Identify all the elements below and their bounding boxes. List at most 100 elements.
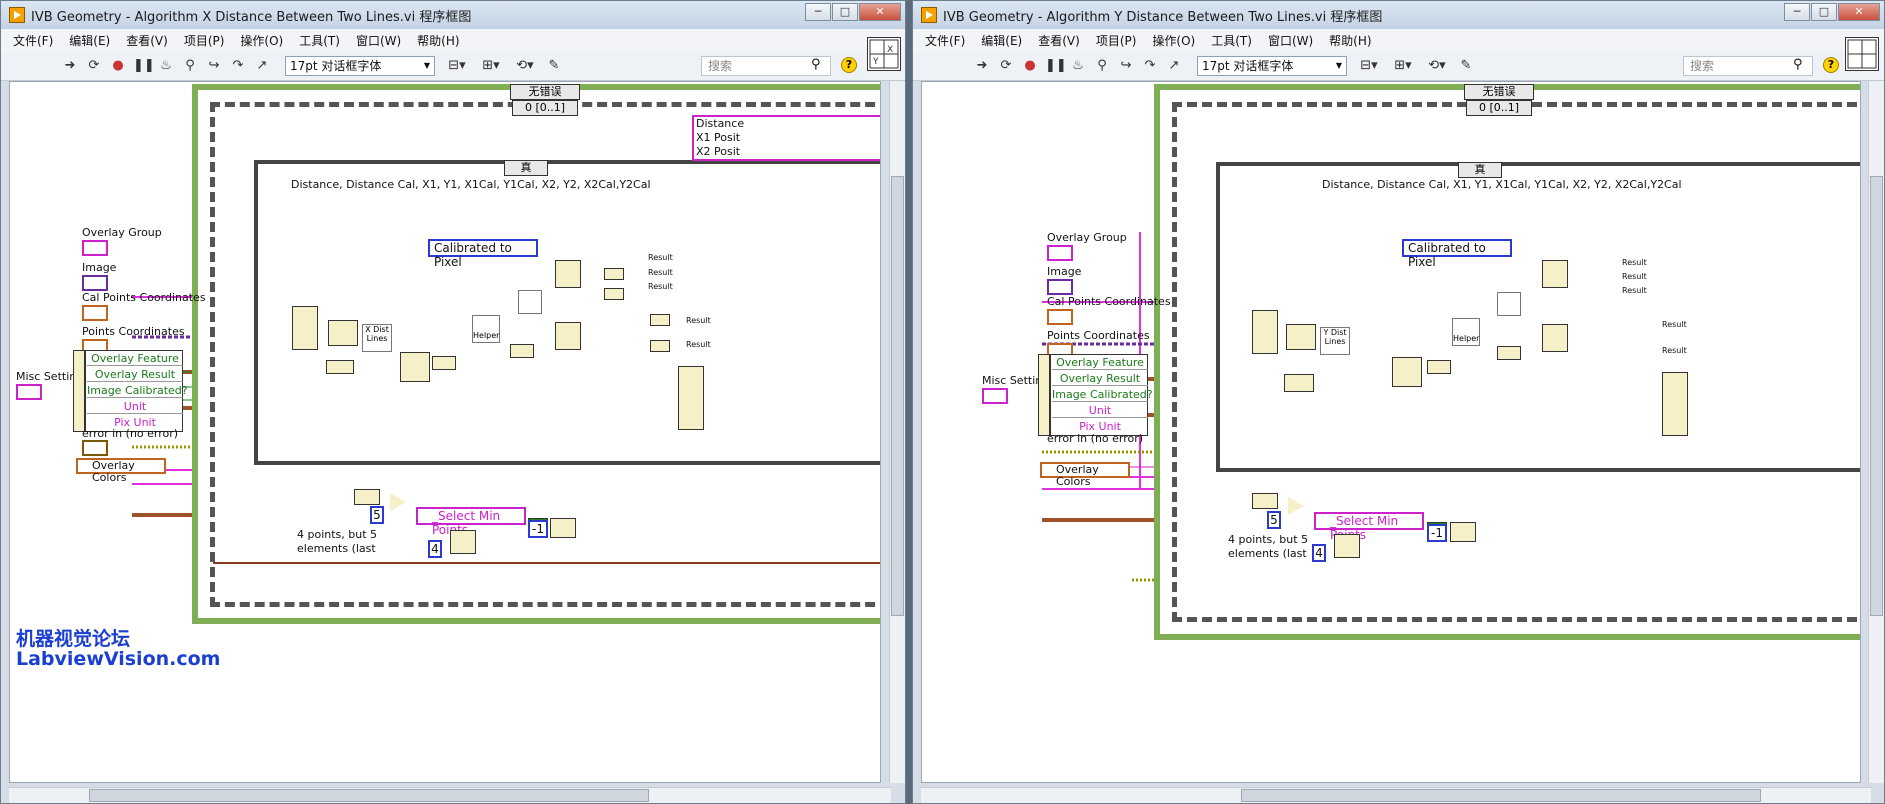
align-objects-icon[interactable]: ⊟▾ [443, 57, 471, 75]
select-min-points-constant[interactable]: _Select Min Points [416, 507, 526, 537]
build-array-node[interactable] [1662, 372, 1688, 436]
compare-node[interactable] [1288, 497, 1304, 515]
error-in-terminal[interactable] [82, 440, 108, 456]
maximize-button[interactable]: □ [1811, 3, 1837, 21]
select-case-node[interactable] [550, 518, 576, 538]
help-icon[interactable]: ? [1823, 57, 1839, 73]
close-button[interactable]: ✕ [859, 3, 901, 21]
menu-help[interactable]: 帮助(H) [417, 32, 459, 49]
build-cluster-node[interactable] [328, 320, 358, 346]
frame-selector[interactable]: 0 [0..1] [512, 100, 578, 116]
menu-window[interactable]: 窗口(W) [356, 32, 401, 49]
constant-neg1[interactable]: -1 [528, 520, 548, 538]
cal-points-terminal[interactable] [82, 305, 108, 321]
menu-project[interactable]: 项目(P) [1096, 32, 1137, 49]
menu-file[interactable]: 文件(F) [925, 32, 965, 49]
cleanup-diagram-icon[interactable]: ✎ [545, 57, 563, 75]
image-terminal[interactable] [82, 275, 108, 291]
block-diagram[interactable]: 无错误 0 [0..1] 真 Distance, Distance Cal, X… [921, 81, 1861, 783]
menu-operate[interactable]: 操作(O) [240, 32, 283, 49]
array-size-node[interactable] [1252, 493, 1278, 509]
misc-setting-terminal[interactable] [16, 384, 42, 400]
minimize-button[interactable]: ─ [1784, 3, 1810, 21]
misc-setting-terminal[interactable] [982, 388, 1008, 404]
build-string-node-3[interactable] [650, 314, 670, 326]
build-array-node[interactable] [678, 366, 704, 430]
constant-4[interactable]: 4 [1312, 544, 1326, 562]
calibrated-to-pixel-ring[interactable]: Calibrated to Pixel [428, 239, 538, 269]
build-string-node-4[interactable] [650, 340, 670, 352]
pause-icon[interactable]: ❚❚ [1045, 57, 1067, 75]
case-structure-true[interactable] [254, 160, 880, 465]
select-case-node[interactable] [1450, 522, 1476, 542]
unbundle-node[interactable] [1038, 354, 1050, 436]
error-case-selector[interactable]: 无错误 [1464, 84, 1534, 100]
overlay-group-terminal[interactable] [82, 240, 108, 256]
menu-operate[interactable]: 操作(O) [1152, 32, 1195, 49]
multiply-node[interactable] [1284, 374, 1314, 392]
build-cluster-node[interactable] [1286, 324, 1316, 350]
step-over-icon[interactable]: ↷ [1141, 57, 1159, 75]
select-node[interactable] [1497, 346, 1521, 360]
bundle-node[interactable] [326, 360, 354, 374]
menu-help[interactable]: 帮助(H) [1329, 32, 1371, 49]
array-subset-node[interactable] [1392, 357, 1422, 387]
cal-points-terminal[interactable] [1047, 309, 1073, 325]
menu-file[interactable]: 文件(F) [13, 32, 53, 49]
step-into-icon[interactable]: ↪ [1117, 57, 1135, 75]
build-string-node-2[interactable] [604, 288, 624, 300]
align-objects-icon[interactable]: ⊟▾ [1355, 57, 1383, 75]
title-bar[interactable]: IVB Geometry - Algorithm Y Distance Betw… [913, 1, 1884, 29]
menu-project[interactable]: 项目(P) [184, 32, 225, 49]
highlight-bulb-icon[interactable]: ♨ [1069, 57, 1087, 75]
run-continuous-icon[interactable]: ⟳ [997, 57, 1015, 75]
step-into-icon[interactable]: ↪ [205, 57, 223, 75]
constant-5[interactable]: 5 [370, 506, 384, 524]
run-arrow-icon[interactable]: ➜ [973, 57, 991, 75]
highlight-bulb-icon[interactable]: ♨ [157, 57, 175, 75]
array-subset-node[interactable] [400, 352, 430, 382]
horizontal-scrollbar[interactable] [921, 787, 1871, 803]
retain-wire-icon[interactable]: ⚲ [1093, 57, 1111, 75]
unbundle-result-node-2[interactable] [555, 322, 581, 350]
pause-icon[interactable]: ❚❚ [133, 57, 155, 75]
index-array-node[interactable] [292, 306, 318, 350]
unbundle-result-node-2[interactable] [1542, 324, 1568, 352]
connector-pane-icon[interactable] [1845, 37, 1879, 71]
convert-node[interactable] [1427, 360, 1451, 374]
number-to-string-node[interactable] [1497, 292, 1521, 316]
reorder-icon[interactable]: ⟲▾ [1423, 57, 1451, 75]
font-select[interactable]: 17pt 对话框字体 [285, 55, 435, 76]
overlay-colors-terminal[interactable]: Overlay Colors [76, 458, 166, 484]
unbundle-result-node[interactable] [555, 260, 581, 288]
unbundle-node[interactable] [73, 350, 85, 432]
calibrated-to-pixel-ring[interactable]: Calibrated to Pixel [1402, 239, 1512, 269]
abort-icon[interactable]: ● [109, 57, 127, 75]
distribute-objects-icon[interactable]: ⊞▾ [1389, 57, 1417, 75]
connector-pane-icon[interactable]: YX [867, 37, 901, 71]
run-arrow-icon[interactable]: ➜ [61, 57, 79, 75]
abort-icon[interactable]: ● [1021, 57, 1039, 75]
vertical-scrollbar[interactable] [1868, 81, 1884, 783]
compare-node[interactable] [390, 493, 406, 511]
quotient-node[interactable] [450, 530, 476, 554]
minimize-button[interactable]: ─ [805, 3, 831, 21]
search-icon[interactable]: ⚲ [811, 57, 821, 72]
reorder-icon[interactable]: ⟲▾ [511, 57, 539, 75]
select-min-points-constant[interactable]: _Select Min Points [1314, 512, 1424, 542]
menu-edit[interactable]: 编辑(E) [981, 32, 1022, 49]
error-case-selector[interactable]: 无错误 [510, 84, 580, 100]
build-string-node[interactable] [604, 268, 624, 280]
help-icon[interactable]: ? [841, 57, 857, 73]
step-over-icon[interactable]: ↷ [229, 57, 247, 75]
horizontal-scrollbar[interactable] [9, 787, 891, 803]
step-out-icon[interactable]: ↗ [253, 57, 271, 75]
quotient-node[interactable] [1334, 534, 1360, 558]
title-bar[interactable]: IVB Geometry - Algorithm X Distance Betw… [1, 1, 905, 29]
menu-tools[interactable]: 工具(T) [299, 32, 340, 49]
number-to-string-node[interactable] [518, 290, 542, 314]
menu-view[interactable]: 查看(V) [1038, 32, 1080, 49]
constant-5[interactable]: 5 [1267, 511, 1281, 529]
menu-edit[interactable]: 编辑(E) [69, 32, 110, 49]
distribute-objects-icon[interactable]: ⊞▾ [477, 57, 505, 75]
